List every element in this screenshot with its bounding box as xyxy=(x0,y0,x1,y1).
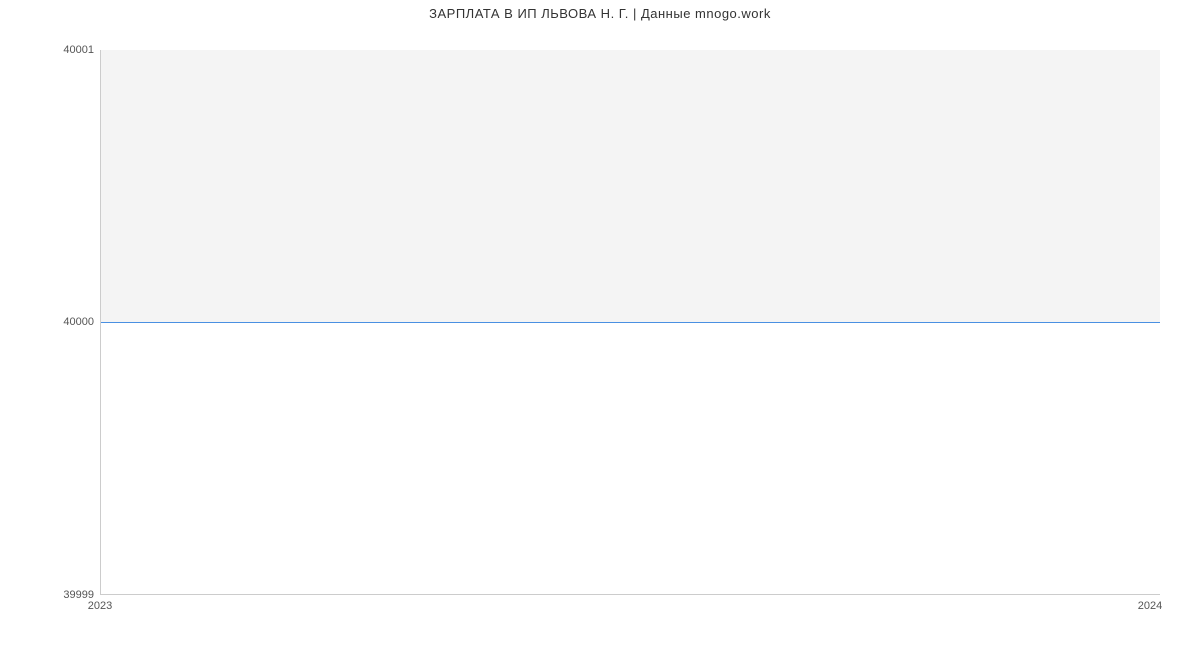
salary-line-chart: ЗАРПЛАТА В ИП ЛЬВОВА Н. Г. | Данные mnog… xyxy=(0,0,1200,650)
y-tick-mid: 40000 xyxy=(63,316,94,328)
x-tick-end: 2024 xyxy=(1138,600,1162,612)
y-tick-max: 40001 xyxy=(63,44,94,56)
chart-title: ЗАРПЛАТА В ИП ЛЬВОВА Н. Г. | Данные mnog… xyxy=(0,6,1200,21)
x-tick-label: 2023 xyxy=(88,600,112,612)
plot-area xyxy=(100,50,1160,595)
x-tick-label: 2024 xyxy=(1138,600,1162,612)
x-tick-start: 2023 xyxy=(88,600,112,612)
grid-band-upper xyxy=(101,50,1160,322)
y-tick-label: 40001 xyxy=(63,44,94,56)
y-tick-label: 40000 xyxy=(63,316,94,328)
salary-series-line xyxy=(101,322,1160,323)
